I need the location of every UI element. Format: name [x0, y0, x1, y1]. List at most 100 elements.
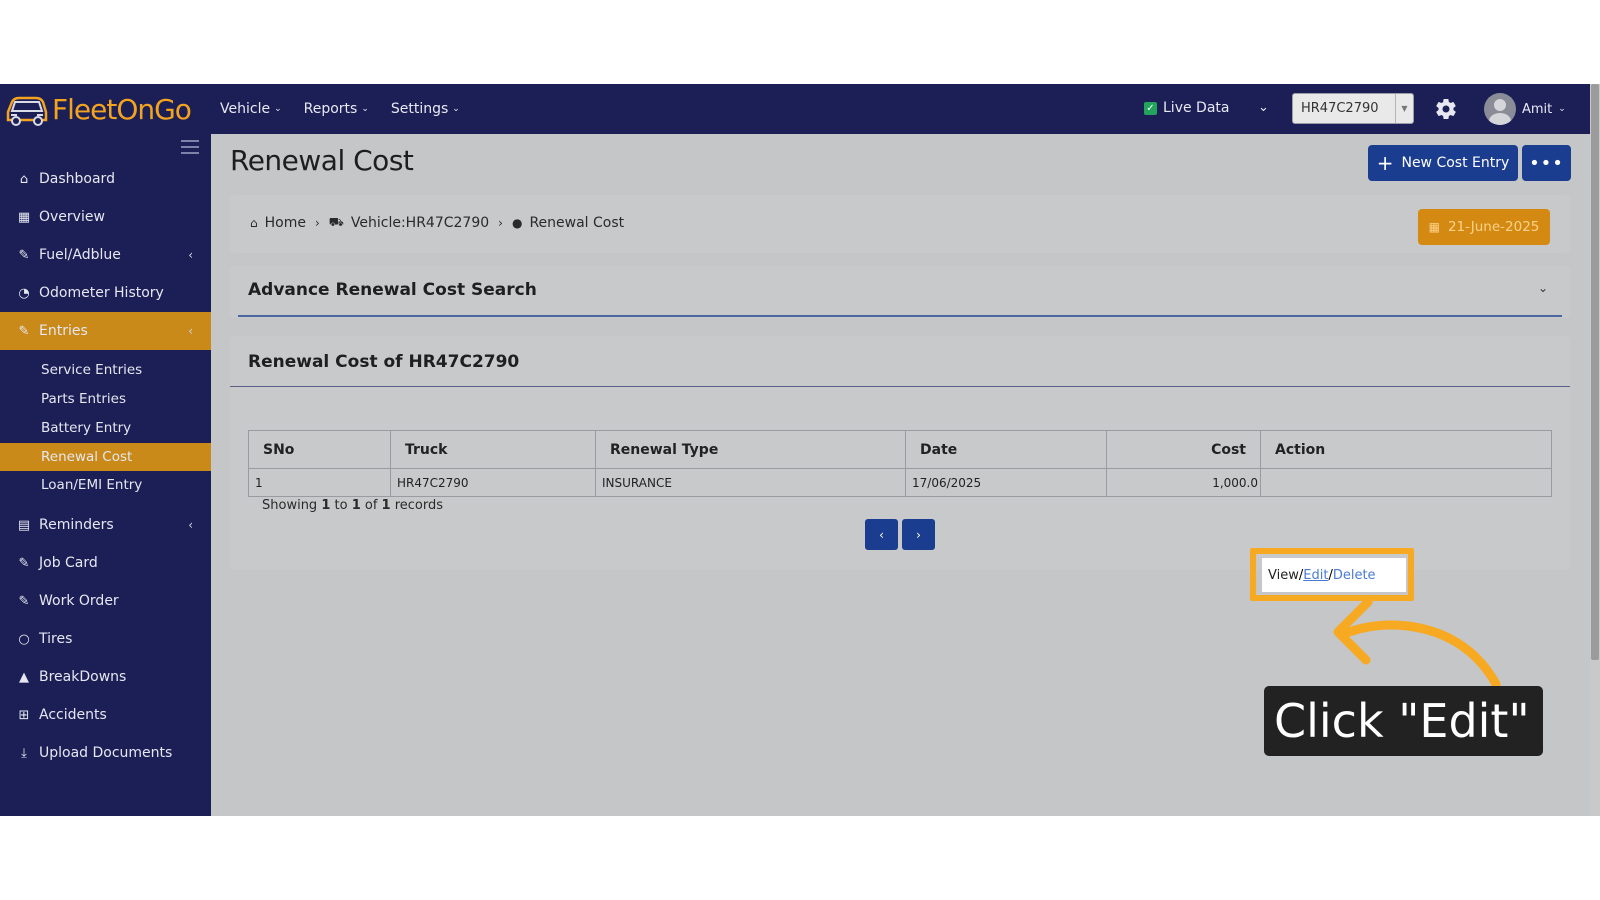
gear-icon[interactable] [1434, 97, 1458, 121]
menu-settings[interactable]: Settings ⌄ [391, 101, 460, 117]
chevron-down-icon: ⌄ [452, 104, 460, 114]
scrollbar-thumb[interactable] [1591, 84, 1599, 660]
table-row: 1 HR47C2790 INSURANCE 17/06/2025 1,000.0 [248, 468, 1552, 497]
edit-icon: ✎ [18, 247, 30, 263]
cell-action [1260, 468, 1552, 497]
hamburger-menu-icon[interactable] [181, 140, 199, 154]
chevron-down-icon: ⌄ [274, 104, 282, 114]
records-summary: Showing 1 to 1 of 1 records [262, 498, 444, 513]
chevron-down-icon: ⌄ [361, 104, 369, 114]
breadcrumb-current: Renewal Cost [529, 215, 625, 231]
cell-truck: HR47C2790 [390, 468, 596, 497]
next-page-button[interactable]: › [902, 519, 935, 550]
truck-selector[interactable]: HR47C2790 ▼ [1292, 93, 1414, 124]
menu-vehicle[interactable]: Vehicle ⌄ [220, 101, 282, 117]
breadcrumb-home[interactable]: Home [265, 215, 306, 231]
circle-icon: ○ [18, 631, 30, 647]
sidebar-sub-parts-entries[interactable]: Parts Entries [0, 385, 211, 413]
sidebar-item-tires[interactable]: ○ Tires [0, 620, 211, 658]
sidebar-item-work-order[interactable]: ✎ Work Order [0, 582, 211, 620]
column-header-sno[interactable]: SNo [248, 430, 391, 469]
advance-search-title: Advance Renewal Cost Search [248, 280, 537, 300]
page-title: Renewal Cost [230, 144, 414, 177]
sidebar-sub-service-entries[interactable]: Service Entries [0, 356, 211, 384]
renewal-cost-card: Renewal Cost of HR47C2790 SNo Truck Rene… [230, 336, 1570, 570]
instruction-callout: Click "Edit" [1264, 686, 1543, 756]
column-header-truck[interactable]: Truck [390, 430, 596, 469]
sidebar: ⌂ Dashboard ▦ Overview ✎ Fuel/Adblue ‹ ◔ Odom… [0, 134, 211, 816]
edit-link[interactable]: Edit [1303, 568, 1328, 583]
chevron-left-icon: ‹ [188, 324, 193, 338]
sidebar-item-accidents[interactable]: ⊞ Accidents [0, 696, 211, 734]
sidebar-sub-battery-entry[interactable]: Battery Entry [0, 414, 211, 442]
user-name: Amit [1522, 101, 1553, 117]
grid-icon: ▦ [17, 209, 31, 225]
sidebar-sub-loan-emi-entry[interactable]: Loan/EMI Entry [0, 471, 211, 499]
date-picker-button[interactable]: ▦ 21-June-2025 [1418, 209, 1550, 245]
delete-link[interactable]: Delete [1333, 568, 1376, 583]
cell-cost: 1,000.0 [1106, 468, 1261, 497]
edit-icon: ✎ [18, 593, 30, 609]
gauge-icon: ◔ [18, 285, 30, 301]
brand-name: FleetOnGo [52, 92, 192, 126]
column-header-date[interactable]: Date [905, 430, 1107, 469]
truck-icon: ⛟ [328, 215, 344, 229]
fleetongo-logo[interactable]: FleetOnGo [4, 90, 192, 128]
chevron-right-icon: › [314, 216, 320, 230]
pagination: ‹ › [865, 519, 935, 550]
more-options-button[interactable]: ••• [1522, 145, 1571, 181]
breadcrumb-vehicle[interactable]: Vehicle:HR47C2790 [351, 215, 489, 231]
sidebar-item-breakdowns[interactable]: ▲ BreakDowns [0, 658, 211, 696]
advance-search-panel[interactable]: Advance Renewal Cost Search ⌄ [230, 266, 1570, 318]
card-title: Renewal Cost of HR47C2790 [248, 352, 520, 372]
new-cost-entry-button[interactable]: + New Cost Entry [1368, 145, 1518, 181]
truck-logo-icon [6, 96, 48, 126]
cell-renewal-type: INSURANCE [595, 468, 906, 497]
menu-reports[interactable]: Reports ⌄ [304, 101, 369, 117]
chevron-left-icon: ‹ [188, 518, 193, 532]
drop-icon: ● [511, 216, 523, 230]
live-data-label: Live Data [1163, 100, 1230, 116]
user-menu[interactable]: Amit ⌄ [1484, 93, 1566, 125]
sidebar-item-reminders[interactable]: ▤ Reminders ‹ [0, 506, 211, 544]
sidebar-item-upload-documents[interactable]: ⤓ Upload Documents [0, 734, 211, 772]
divider [230, 386, 1570, 387]
pointer-arrow-icon [1333, 597, 1501, 689]
breadcrumb-bar: ⌂ Home › ⛟ Vehicle:HR47C2790 › ● Renewal… [230, 195, 1570, 253]
live-data-toggle[interactable]: ✓ Live Data [1144, 100, 1229, 116]
top-menu: Vehicle ⌄ Reports ⌄ Settings ⌄ [220, 84, 460, 134]
warning-icon: ▲ [19, 669, 29, 685]
cell-sno: 1 [248, 468, 391, 497]
plus-icon: + [1376, 151, 1394, 175]
sidebar-item-entries[interactable]: ✎ Entries ‹ [0, 312, 211, 350]
top-navbar: FleetOnGo Vehicle ⌄ Reports ⌄ Settings ⌄ ✓ … [0, 84, 1590, 134]
sidebar-item-dashboard[interactable]: ⌂ Dashboard [0, 160, 211, 198]
scrollbar[interactable] [1590, 84, 1600, 816]
sidebar-item-job-card[interactable]: ✎ Job Card [0, 544, 211, 582]
edit-icon: ✎ [18, 323, 30, 339]
sidebar-sub-renewal-cost[interactable]: Renewal Cost [0, 443, 211, 471]
breadcrumb: ⌂ Home › ⛟ Vehicle:HR47C2790 › ● Renewal… [250, 215, 624, 231]
table-header-row: SNo Truck Renewal Type Date Cost Action [248, 430, 1552, 469]
calendar-icon: ▦ [1428, 220, 1440, 234]
view-link[interactable]: View [1268, 568, 1299, 583]
home-icon: ⌂ [19, 171, 29, 187]
checkbox-icon[interactable]: ✓ [1144, 101, 1157, 115]
prev-page-button[interactable]: ‹ [865, 519, 898, 550]
divider [238, 315, 1562, 317]
sidebar-item-overview[interactable]: ▦ Overview [0, 198, 211, 236]
plus-square-icon: ⊞ [18, 707, 30, 723]
chevron-down-icon[interactable]: ⌄ [1538, 281, 1548, 295]
dropdown-arrow-icon[interactable]: ▼ [1395, 94, 1413, 123]
calendar-icon: ▤ [17, 517, 31, 533]
cell-date: 17/06/2025 [905, 468, 1107, 497]
renewal-cost-table: SNo Truck Renewal Type Date Cost Action … [248, 430, 1552, 497]
column-header-cost[interactable]: Cost [1106, 430, 1261, 469]
sidebar-item-fuel-adblue[interactable]: ✎ Fuel/Adblue ‹ [0, 236, 211, 274]
sidebar-item-odometer-history[interactable]: ◔ Odometer History [0, 274, 211, 312]
column-header-action: Action [1260, 430, 1552, 469]
chevron-down-icon[interactable]: ⌄ [1258, 100, 1269, 115]
chevron-left-icon: ‹ [188, 248, 193, 262]
download-icon: ⤓ [21, 745, 27, 761]
column-header-renewal-type[interactable]: Renewal Type [595, 430, 906, 469]
